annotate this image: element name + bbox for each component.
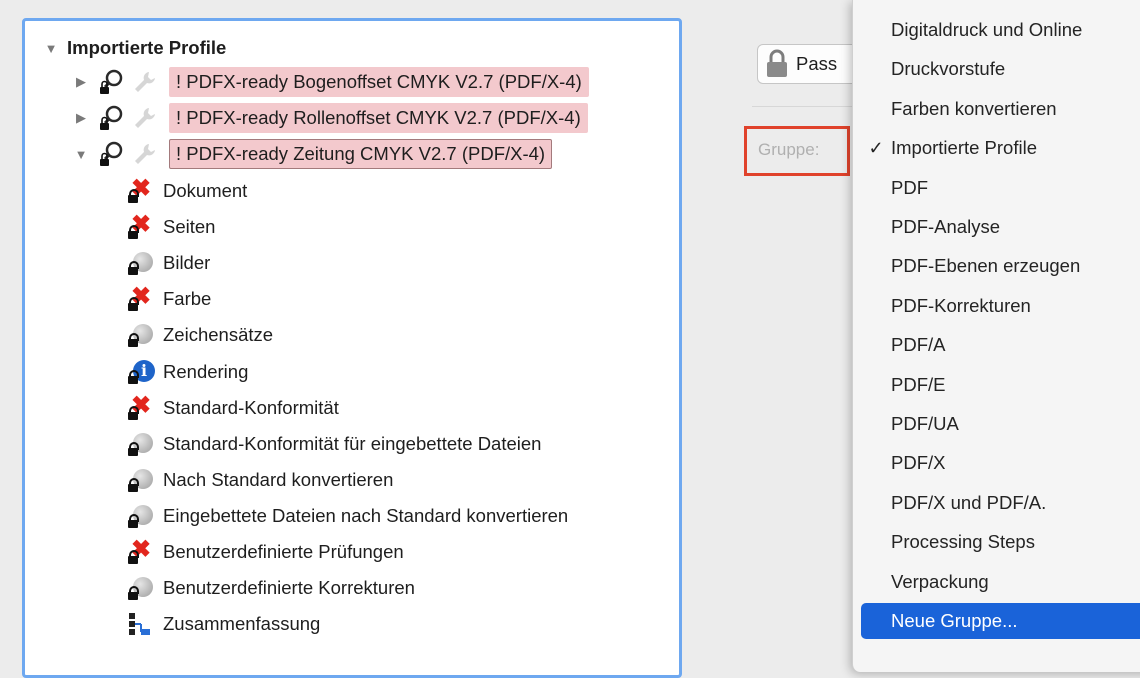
- lock-icon: [767, 49, 787, 77]
- inactive-disc-icon: [127, 322, 153, 348]
- tree-child-row[interactable]: ✖ Dokument: [127, 176, 247, 206]
- pass-button[interactable]: Pass: [757, 44, 867, 84]
- menu-item[interactable]: PDF: [861, 170, 1140, 206]
- menu-item[interactable]: ✓ Importierte Profile: [861, 130, 1140, 166]
- disclosure-expanded-icon[interactable]: ▼: [41, 41, 61, 56]
- tree-child-row[interactable]: Nach Standard konvertieren: [127, 465, 393, 495]
- tree-profile-row[interactable]: ▶ ! PDFX-ready Rollenoffset CMYK V2.7 (P…: [71, 103, 588, 133]
- error-x-icon: ✖: [127, 285, 153, 312]
- profile-label: ! PDFX-ready Zeitung CMYK V2.7 (PDF/X-4): [169, 139, 553, 169]
- inactive-disc-icon: [127, 503, 153, 529]
- wrench-icon: [135, 144, 155, 164]
- tree-child-label: Zeichensätze: [163, 324, 274, 345]
- menu-item-label: PDF: [891, 177, 928, 198]
- info-icon: i: [127, 359, 155, 385]
- tree-child-row[interactable]: Standard-Konformität für eingebettete Da…: [127, 429, 541, 459]
- tree-child-label: Benutzerdefinierte Korrekturen: [163, 577, 415, 598]
- tree-child-row[interactable]: ✖ Farbe: [127, 284, 211, 314]
- group-dropdown-menu[interactable]: Digitaldruck und Online Druckvorstufe Farb…: [852, 0, 1140, 672]
- tree-child-label: Standard-Konformität für eingebettete Da…: [163, 433, 542, 454]
- disclosure-collapsed-icon[interactable]: ▶: [71, 74, 91, 90]
- tree-child-label: Nach Standard konvertieren: [163, 469, 394, 490]
- tree-child-row[interactable]: i Rendering: [127, 357, 248, 387]
- menu-item-label: PDF/A: [891, 334, 946, 355]
- disclosure-expanded-icon[interactable]: ▼: [71, 147, 91, 162]
- tree-child-row[interactable]: Zusammenfassung: [127, 609, 320, 639]
- pass-button-label: Pass: [796, 53, 838, 74]
- menu-item[interactable]: PDF-Korrekturen: [861, 288, 1140, 324]
- inactive-disc-icon: [127, 431, 153, 457]
- error-x-icon: ✖: [127, 538, 153, 565]
- menu-item-label: Verpackung: [891, 571, 989, 592]
- divider: [752, 106, 852, 107]
- tree-child-row[interactable]: Bilder: [127, 248, 210, 278]
- menu-item[interactable]: PDF-Ebenen erzeugen: [861, 248, 1140, 284]
- tree-child-row[interactable]: ✖ Standard-Konformität: [127, 393, 339, 423]
- menu-item-label: PDF-Analyse: [891, 216, 1000, 237]
- tree-child-row[interactable]: Zeichensätze: [127, 320, 273, 350]
- menu-item-label: Digitaldruck und Online: [891, 19, 1083, 40]
- profile-tree[interactable]: ▼ Importierte Profile ▶ ! PDFX-ready Bog…: [22, 18, 682, 678]
- tree-child-label: Dokument: [163, 180, 248, 201]
- locked-search-icon: [100, 69, 123, 94]
- inactive-disc-icon: [127, 575, 153, 601]
- menu-item[interactable]: Digitaldruck und Online: [861, 12, 1140, 48]
- tree-profile-row[interactable]: ▶ ! PDFX-ready Bogenoffset CMYK V2.7 (PD…: [71, 67, 589, 97]
- menu-item[interactable]: Druckvorstufe: [861, 51, 1140, 87]
- tree-child-label: Bilder: [163, 252, 211, 273]
- menu-item-label: Druckvorstufe: [891, 58, 1006, 79]
- locked-search-icon: [100, 141, 123, 166]
- menu-item-label: PDF/X und PDF/A.: [891, 492, 1047, 513]
- tree-child-row[interactable]: Eingebettete Dateien nach Standard konve…: [127, 501, 568, 531]
- menu-item[interactable]: PDF/A: [861, 327, 1140, 363]
- menu-item[interactable]: Verpackung: [861, 564, 1140, 600]
- menu-item[interactable]: PDF/X und PDF/A.: [861, 485, 1140, 521]
- menu-item-label: Neue Gruppe...: [891, 610, 1018, 631]
- error-x-icon: ✖: [127, 394, 153, 421]
- menu-item[interactable]: PDF/X: [861, 445, 1140, 481]
- inactive-disc-icon: [127, 467, 153, 493]
- menu-item[interactable]: PDF/E: [861, 367, 1140, 403]
- menu-item[interactable]: PDF-Analyse: [861, 209, 1140, 245]
- annotation-highlight-box: [744, 126, 850, 176]
- tree-child-label: Zusammenfassung: [163, 613, 321, 634]
- profile-label: ! PDFX-ready Bogenoffset CMYK V2.7 (PDF/…: [169, 67, 589, 97]
- tree-child-row[interactable]: Benutzerdefinierte Korrekturen: [127, 573, 415, 603]
- tree-child-label: Benutzerdefinierte Prüfungen: [163, 541, 404, 562]
- tree-root-importierte-profile[interactable]: ▼ Importierte Profile: [41, 33, 227, 63]
- menu-item-label: PDF/E: [891, 374, 946, 395]
- checkmark-icon: ✓: [868, 137, 884, 158]
- menu-item-label: Processing Steps: [891, 531, 1035, 552]
- menu-item-label: Farben konvertieren: [891, 98, 1057, 119]
- tree-child-label: Standard-Konformität: [163, 397, 339, 418]
- menu-item-label: PDF/UA: [891, 413, 959, 434]
- menu-item-label: PDF-Ebenen erzeugen: [891, 255, 1081, 276]
- wrench-icon: [135, 108, 155, 128]
- tree-child-label: Eingebettete Dateien nach Standard konve…: [163, 505, 569, 526]
- tree-child-label: Farbe: [163, 288, 212, 309]
- menu-item-label: PDF-Korrekturen: [891, 295, 1031, 316]
- summary-icon: [127, 611, 153, 637]
- error-x-icon: ✖: [127, 213, 153, 240]
- tree-profile-row[interactable]: ▼ ! PDFX-ready Zeitung CMYK V2.7 (PDF/X-…: [71, 139, 553, 169]
- error-x-icon: ✖: [127, 177, 153, 204]
- menu-item[interactable]: Neue Gruppe...: [861, 603, 1140, 639]
- menu-item[interactable]: PDF/UA: [861, 406, 1140, 442]
- menu-item[interactable]: Farben konvertieren: [861, 91, 1140, 127]
- tree-child-label: Rendering: [163, 361, 249, 382]
- profile-label: ! PDFX-ready Rollenoffset CMYK V2.7 (PDF…: [169, 103, 588, 133]
- tree-child-label: Seiten: [163, 216, 216, 237]
- inactive-disc-icon: [127, 250, 153, 276]
- locked-search-icon: [100, 105, 123, 130]
- disclosure-collapsed-icon[interactable]: ▶: [71, 110, 91, 126]
- wrench-icon: [135, 72, 155, 92]
- menu-item-label: Importierte Profile: [891, 137, 1037, 158]
- tree-child-row[interactable]: ✖ Seiten: [127, 212, 215, 242]
- tree-child-row[interactable]: ✖ Benutzerdefinierte Prüfungen: [127, 537, 404, 567]
- menu-item-label: PDF/X: [891, 452, 946, 473]
- menu-item[interactable]: Processing Steps: [861, 524, 1140, 560]
- tree-root-label: Importierte Profile: [67, 37, 227, 58]
